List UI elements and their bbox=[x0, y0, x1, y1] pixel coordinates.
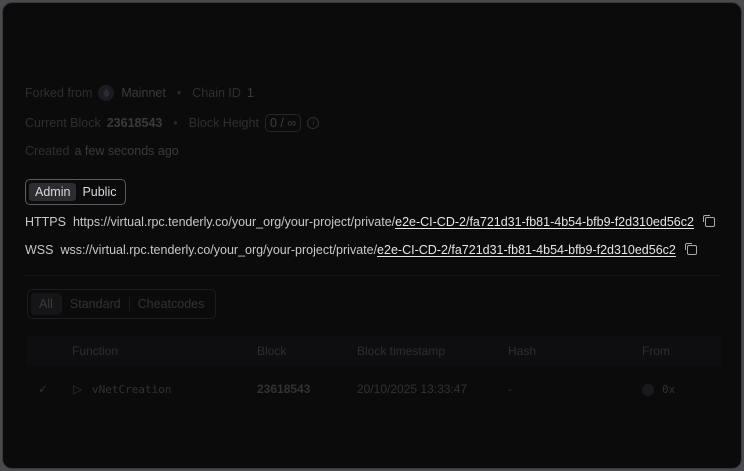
https-url-prefix[interactable]: https://virtual.rpc.tenderly.co/your_org… bbox=[73, 215, 395, 229]
https-url-tail[interactable]: e2e-CI-CD-2/fa721d31-fb81-4b54-bfb9-f2d3… bbox=[395, 215, 694, 229]
row-from: 0x bbox=[642, 382, 675, 396]
row-function: vNetCreation bbox=[92, 383, 172, 396]
table-row[interactable]: ✓ ▷ vNetCreation 23618543 20/10/2025 13:… bbox=[27, 374, 721, 404]
current-block-value: 23618543 bbox=[106, 116, 163, 130]
tab-public[interactable]: Public bbox=[76, 183, 122, 201]
column-block: Block bbox=[257, 344, 287, 358]
block-row: Current Block 23618543 • Block Height 0 … bbox=[25, 114, 320, 132]
wss-label: WSS bbox=[25, 243, 54, 257]
created-label: Created bbox=[25, 144, 70, 158]
wss-url-prefix[interactable]: wss://virtual.rpc.tenderly.co/your_org/y… bbox=[60, 243, 377, 257]
row-hash: - bbox=[508, 382, 512, 396]
play-icon: ▷ bbox=[73, 382, 83, 396]
filter-cheatcodes[interactable]: Cheatcodes bbox=[130, 293, 213, 315]
row-block: 23618543 bbox=[257, 382, 311, 396]
column-from: From bbox=[642, 344, 670, 358]
block-height-label: Block Height bbox=[188, 116, 259, 130]
column-hash: Hash bbox=[508, 344, 537, 358]
avatar bbox=[642, 383, 654, 396]
row-timestamp: 20/10/2025 13:33:47 bbox=[357, 382, 468, 396]
chain-id-label: Chain ID bbox=[192, 86, 241, 100]
separator-dot: • bbox=[176, 86, 182, 100]
created-row: Created a few seconds ago bbox=[25, 144, 179, 158]
forked-from-label: Forked from bbox=[25, 86, 93, 100]
tab-admin[interactable]: Admin bbox=[29, 183, 77, 201]
table-header: Function Block Block timestamp Hash From bbox=[27, 336, 721, 366]
column-function: Function bbox=[72, 344, 119, 358]
divider bbox=[25, 275, 721, 276]
copy-icon[interactable] bbox=[702, 215, 715, 227]
check-icon: ✓ bbox=[38, 382, 49, 396]
current-block-label: Current Block bbox=[25, 116, 101, 130]
created-value: a few seconds ago bbox=[74, 144, 179, 158]
https-rpc-row: HTTPS https://virtual.rpc.tenderly.co/yo… bbox=[25, 215, 715, 229]
https-label: HTTPS bbox=[25, 215, 66, 229]
separator-dot: • bbox=[173, 116, 178, 130]
wss-rpc-row: WSS wss://virtual.rpc.tenderly.co/your_o… bbox=[25, 243, 697, 257]
filter-standard[interactable]: Standard bbox=[62, 293, 129, 315]
filter-all[interactable]: All bbox=[31, 293, 61, 315]
network-name: Mainnet bbox=[121, 86, 166, 100]
copy-icon[interactable] bbox=[684, 243, 697, 255]
wss-url-tail[interactable]: e2e-CI-CD-2/fa721d31-fb81-4b54-bfb9-f2d3… bbox=[377, 243, 676, 257]
row-from-address: 0x bbox=[662, 383, 676, 396]
forked-from-row: Forked from Mainnet • Chain ID 1 bbox=[25, 85, 254, 101]
transaction-filter: All Standard Cheatcodes bbox=[27, 289, 217, 319]
block-height-value: 0 / ∞ bbox=[264, 114, 302, 132]
column-block-timestamp: Block timestamp bbox=[357, 344, 446, 358]
info-icon[interactable]: i bbox=[307, 117, 320, 129]
chain-id-value: 1 bbox=[246, 86, 254, 100]
ethereum-icon bbox=[98, 85, 115, 101]
access-toggle: Admin Public bbox=[25, 179, 127, 205]
modal-window: Forked from Mainnet • Chain ID 1 Current… bbox=[2, 2, 742, 469]
